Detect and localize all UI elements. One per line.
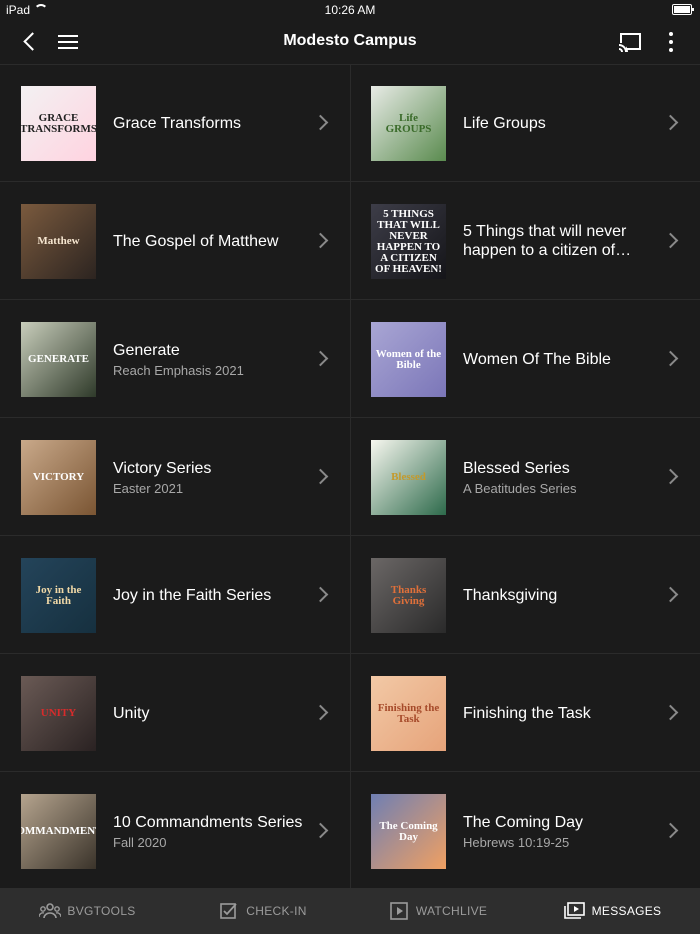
nav-bar: Modesto Campus xyxy=(0,20,700,65)
series-item[interactable]: Joy in the Faith Joy in the Faith Series xyxy=(0,536,350,654)
series-thumbnail: Women of the Bible xyxy=(371,322,446,397)
series-thumbnail: Life GROUPS xyxy=(371,86,446,161)
series-thumbnail: GENERATE xyxy=(21,322,96,397)
series-item[interactable]: COMMANDMENTS 10 Commandments Series Fall 2… xyxy=(0,772,350,890)
status-time: 10:26 AM xyxy=(324,3,376,17)
thumbnail-art-text: Joy in the Faith xyxy=(35,583,82,607)
status-bar: iPad 10:26 AM xyxy=(0,0,700,20)
series-title: Grace Transforms xyxy=(113,114,242,132)
series-item[interactable]: Blessed Blessed Series A Beatitudes Series xyxy=(350,418,700,536)
thumbnail-art-text: Finishing the Task xyxy=(377,701,440,725)
chevron-right-icon xyxy=(312,468,329,485)
thumbnail-art-text: GRACE TRANSFORMS xyxy=(21,111,96,135)
series-item[interactable]: GRACE TRANSFORMS Grace Transforms xyxy=(0,64,350,182)
series-title: Life Groups xyxy=(463,114,546,132)
series-title: Generate xyxy=(113,341,180,359)
tab-label: CHECK-IN xyxy=(246,904,307,918)
tab-bar: BVGTOOLS CHECK-IN WATCHLIVE MESSAGES xyxy=(0,888,700,934)
messages-icon xyxy=(563,902,586,920)
series-title: Joy in the Faith Series xyxy=(113,586,272,604)
series-subtitle: Fall 2020 xyxy=(113,834,167,850)
page-title: Modesto Campus xyxy=(283,32,417,49)
series-item[interactable]: The Coming Day The Coming Day Hebrews 10:1… xyxy=(350,772,700,890)
series-item[interactable]: Finishing the Task Finishing the Task xyxy=(350,654,700,772)
series-subtitle: A Beatitudes Series xyxy=(463,480,577,496)
series-thumbnail: UNITY xyxy=(21,676,96,751)
tab-check-in[interactable]: CHECK-IN xyxy=(175,888,350,934)
series-title: Blessed Series xyxy=(463,459,570,477)
chevron-right-icon xyxy=(312,350,329,367)
series-title: Thanksgiving xyxy=(463,586,558,604)
thumbnail-art-text: 5 THINGS THAT WILL NEVER HAPPEN TO A CIT… xyxy=(375,207,442,275)
tab-watchlive[interactable]: WATCHLIVE xyxy=(350,888,525,934)
thumbnail-art-text: Thanks Giving xyxy=(390,583,427,607)
series-thumbnail: Blessed xyxy=(371,440,446,515)
series-title: 10 Commandments Series xyxy=(113,813,303,831)
series-item[interactable]: Matthew The Gospel of Matthew xyxy=(0,182,350,300)
tab-bvgtools[interactable]: BVGTOOLS xyxy=(0,888,175,934)
thumbnail-art-text: COMMANDMENTS xyxy=(21,825,96,837)
series-item[interactable]: Life GROUPS Life Groups xyxy=(350,64,700,182)
column-divider xyxy=(350,64,351,888)
chevron-right-icon xyxy=(312,822,329,839)
thumbnail-art-text: Life GROUPS xyxy=(385,111,432,135)
thumbnail-art-text: Women of the Bible xyxy=(375,347,442,371)
series-title: Finishing the Task xyxy=(463,704,591,722)
people-icon xyxy=(38,902,63,920)
more-options-icon[interactable] xyxy=(664,30,678,54)
chevron-right-icon xyxy=(312,114,329,131)
series-subtitle: Hebrews 10:19-25 xyxy=(463,834,570,850)
checkbox-icon xyxy=(218,902,240,920)
series-thumbnail: Joy in the Faith xyxy=(21,558,96,633)
series-item[interactable]: Women of the Bible Women Of The Bible xyxy=(350,300,700,418)
thumbnail-art-text: Matthew xyxy=(37,235,80,247)
series-title: 5 Things that will never happen to a cit… xyxy=(463,223,627,259)
series-title: The Gospel of Matthew xyxy=(113,232,279,250)
tab-label: BVGTOOLS xyxy=(67,904,136,918)
battery-icon xyxy=(672,4,694,15)
thumbnail-art-text: GENERATE xyxy=(28,353,89,365)
series-title: The Coming Day xyxy=(463,813,584,831)
series-thumbnail: The Coming Day xyxy=(371,794,446,869)
chevron-right-icon xyxy=(312,232,329,249)
play-icon xyxy=(388,902,410,920)
chevron-right-icon xyxy=(662,704,679,721)
series-thumbnail: GRACE TRANSFORMS xyxy=(21,86,96,161)
series-thumbnail: VICTORY xyxy=(21,440,96,515)
series-thumbnail: COMMANDMENTS xyxy=(21,794,96,869)
thumbnail-art-text: Blessed xyxy=(391,471,426,483)
chevron-right-icon xyxy=(312,704,329,721)
series-thumbnail: Matthew xyxy=(21,204,96,279)
chevron-right-icon xyxy=(662,586,679,603)
series-thumbnail: 5 THINGS THAT WILL NEVER HAPPEN TO A CIT… xyxy=(371,204,446,279)
series-subtitle: Easter 2021 xyxy=(113,480,184,496)
tab-messages[interactable]: MESSAGES xyxy=(525,888,700,934)
chevron-right-icon xyxy=(662,114,679,131)
thumbnail-art-text: VICTORY xyxy=(32,471,85,483)
series-thumbnail: Finishing the Task xyxy=(371,676,446,751)
tab-label: WATCHLIVE xyxy=(415,904,488,918)
thumbnail-art-text: UNITY xyxy=(40,707,77,719)
thumbnail-art-text: The Coming Day xyxy=(379,819,438,843)
series-subtitle: Reach Emphasis 2021 xyxy=(113,362,244,378)
chevron-right-icon xyxy=(312,586,329,603)
series-item[interactable]: 5 THINGS THAT WILL NEVER HAPPEN TO A CIT… xyxy=(350,182,700,300)
chevron-right-icon xyxy=(662,350,679,367)
series-item[interactable]: UNITY Unity xyxy=(0,654,350,772)
series-title: Victory Series xyxy=(113,459,212,477)
tab-label: MESSAGES xyxy=(591,904,662,918)
series-title: Unity xyxy=(113,704,150,722)
series-item[interactable]: Thanks Giving Thanksgiving xyxy=(350,536,700,654)
chevron-right-icon xyxy=(662,468,679,485)
series-thumbnail: Thanks Giving xyxy=(371,558,446,633)
series-item[interactable]: GENERATE Generate Reach Emphasis 2021 xyxy=(0,300,350,418)
chevron-right-icon xyxy=(662,822,679,839)
series-title: Women Of The Bible xyxy=(463,350,611,368)
cast-icon[interactable] xyxy=(618,32,642,53)
chevron-right-icon xyxy=(662,232,679,249)
series-item[interactable]: VICTORY Victory Series Easter 2021 xyxy=(0,418,350,536)
